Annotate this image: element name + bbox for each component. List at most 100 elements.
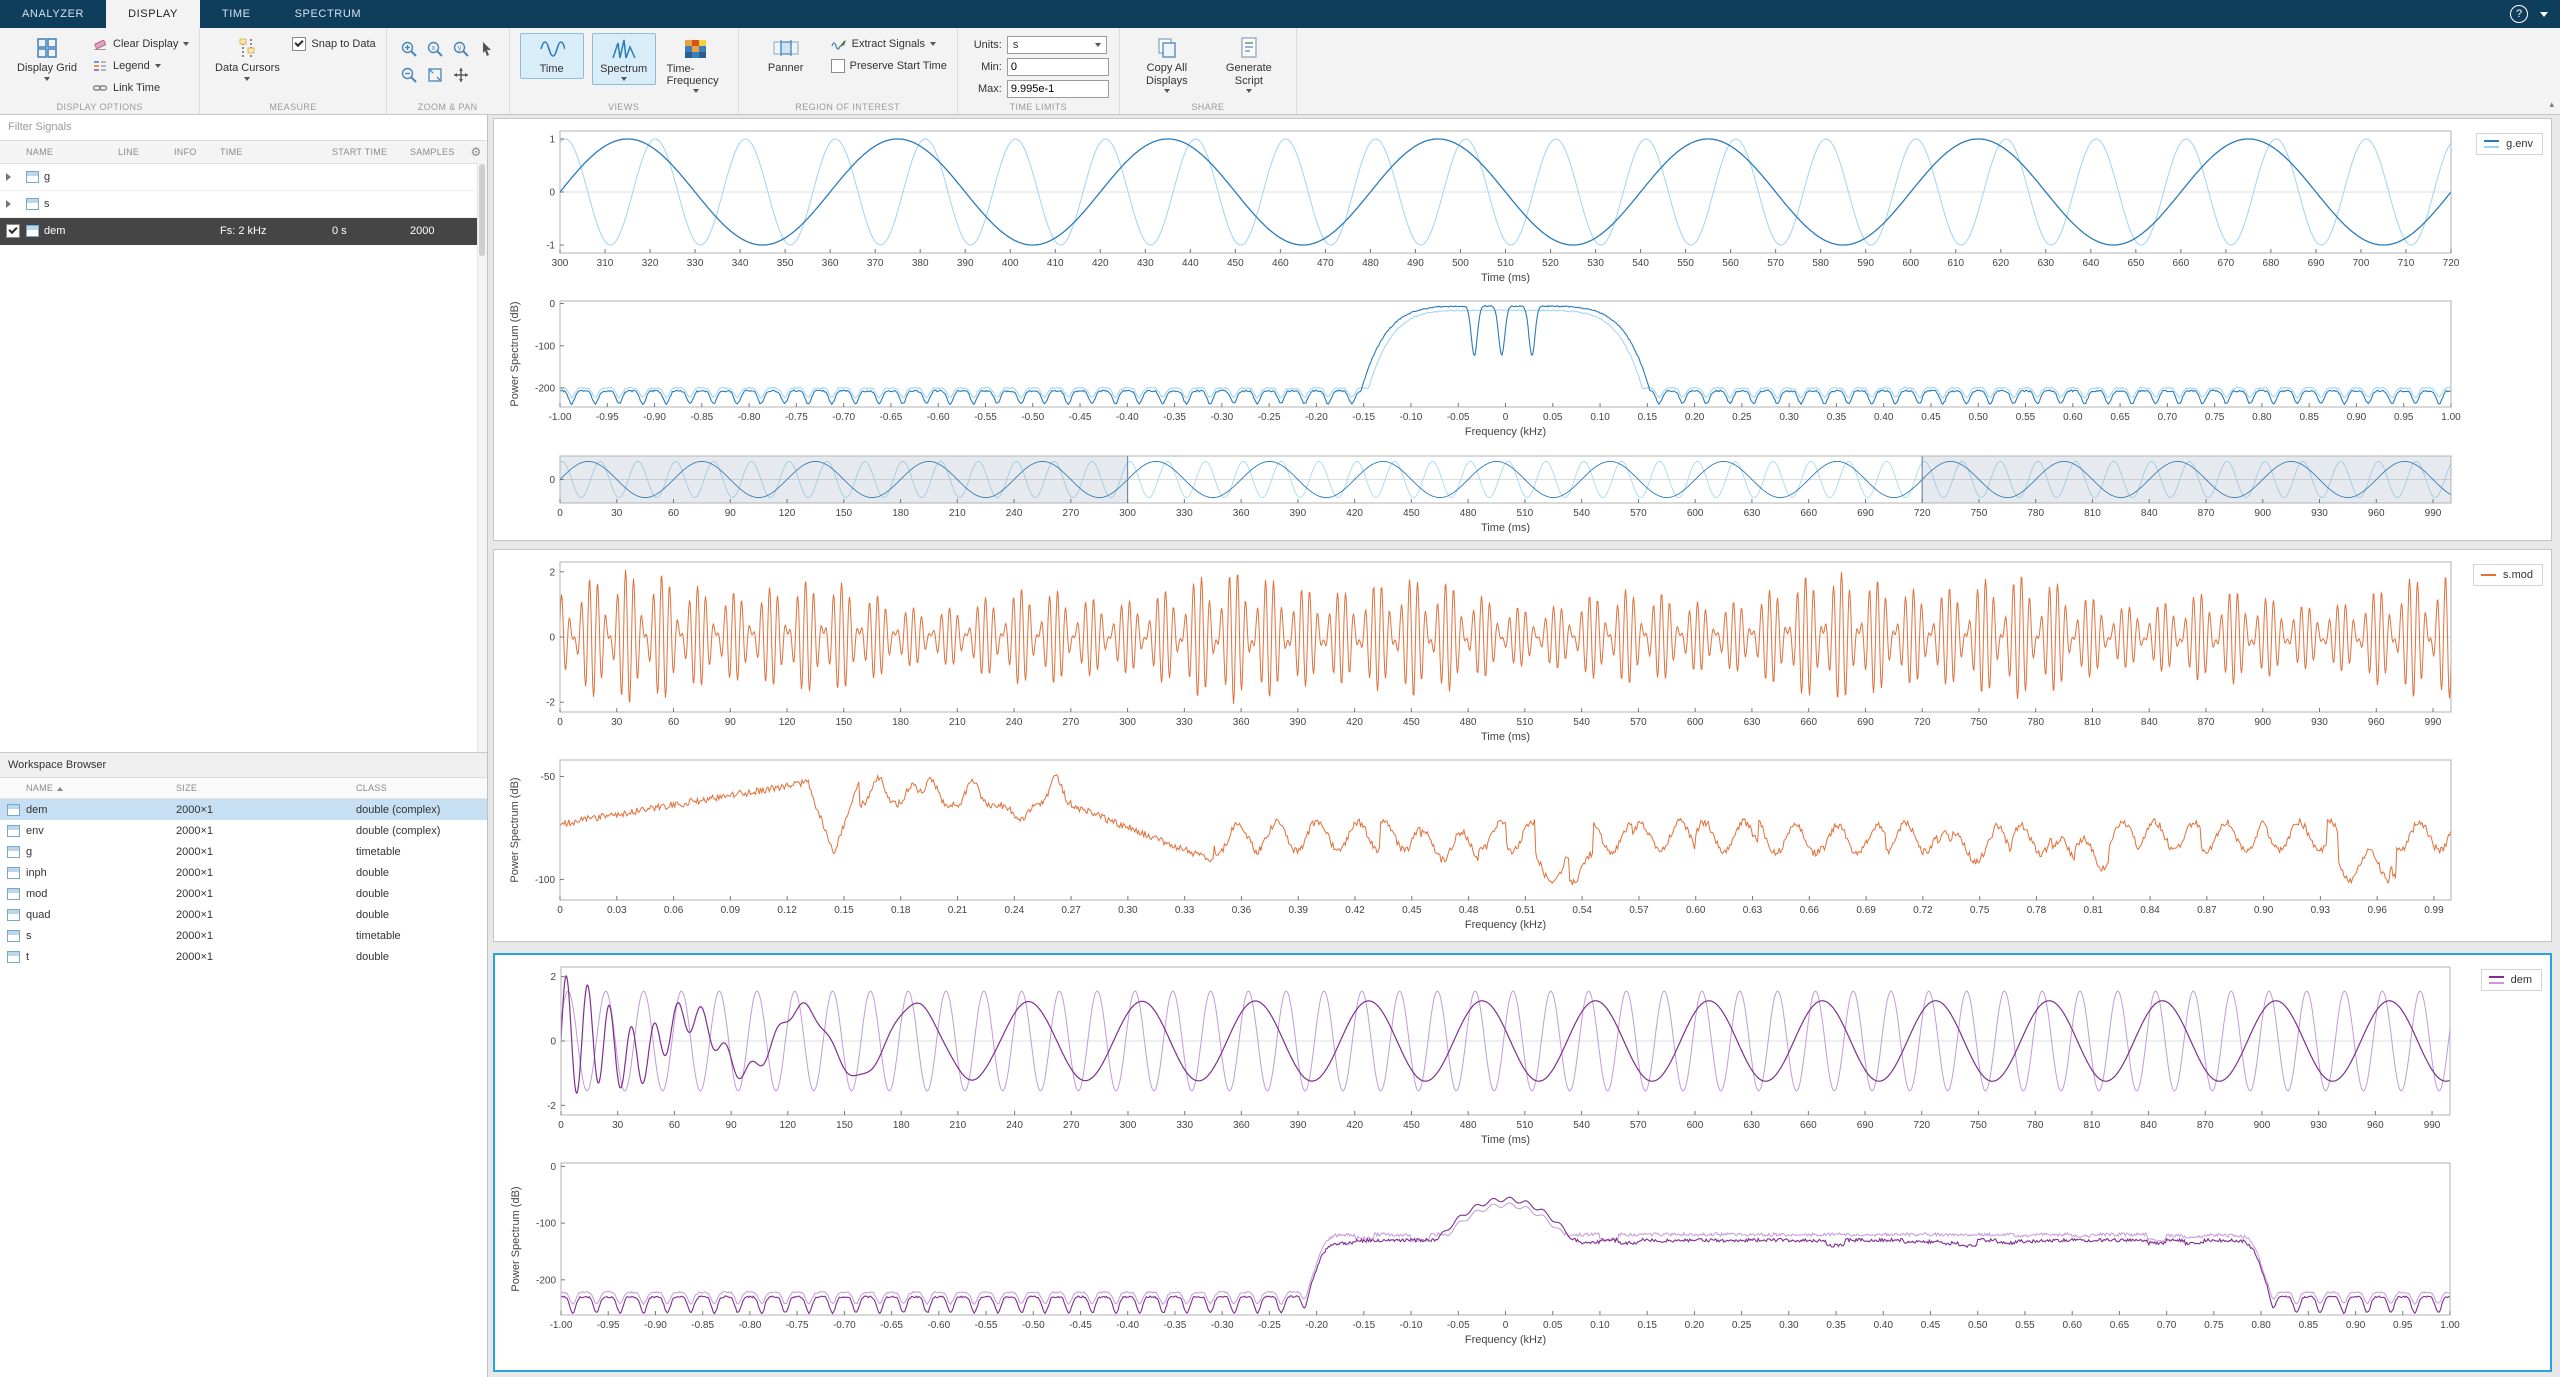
help-icon[interactable]: ? [2510, 5, 2528, 23]
tab-spectrum[interactable]: SPECTRUM [273, 0, 384, 28]
svg-text:0.75: 0.75 [1970, 905, 1990, 916]
ws-col-class[interactable]: CLASS [356, 783, 487, 793]
svg-text:570: 570 [1767, 258, 1784, 269]
data-cursors-label: Data Cursors [215, 62, 280, 75]
svg-text:0.72: 0.72 [1913, 905, 1933, 916]
display-2[interactable]: 0306090120150180210240270300330360390420… [493, 549, 2552, 942]
display1-legend[interactable]: g.env [2476, 133, 2543, 155]
col-info[interactable]: INFO [174, 147, 220, 157]
scrollbar-thumb[interactable] [479, 164, 485, 256]
svg-text:-0.55: -0.55 [974, 412, 997, 423]
workspace-row-mod[interactable]: mod2000×1double [0, 883, 487, 904]
filter-signals-input[interactable]: Filter Signals [0, 115, 487, 141]
svg-text:x: x [431, 45, 435, 52]
svg-text:-0.20: -0.20 [1305, 1320, 1328, 1331]
min-time-input[interactable] [1007, 58, 1109, 76]
svg-text:-0.60: -0.60 [927, 1320, 950, 1331]
snap-to-data-checkbox[interactable]: Snap to Data [292, 35, 375, 53]
display2-legend[interactable]: s.mod [2473, 564, 2543, 586]
collapse-ribbon-button[interactable]: ▴ [2549, 99, 2554, 110]
col-name[interactable]: NAME [26, 147, 118, 157]
fit-to-view-button[interactable] [423, 63, 447, 87]
fit-to-view-icon [426, 66, 444, 84]
workspace-row-env[interactable]: env2000×1double (complex) [0, 820, 487, 841]
pan-button[interactable] [449, 63, 473, 87]
display-1[interactable]: 3003103203303403503603703803904004104204… [493, 118, 2552, 541]
svg-text:510: 510 [1517, 508, 1534, 519]
signal-row-g[interactable]: g [0, 164, 487, 191]
display-grid-button[interactable]: Display Grid [10, 33, 84, 81]
view-time-frequency-button[interactable]: Time-Frequency [664, 33, 728, 97]
display3-legend[interactable]: dem [2481, 969, 2542, 991]
copy-all-displays-button[interactable]: Copy All Displays [1130, 33, 1204, 93]
snap-to-data-checkbox-box[interactable] [292, 37, 306, 51]
workspace-row-quad[interactable]: quad2000×1double [0, 904, 487, 925]
svg-text:1.00: 1.00 [2440, 1320, 2460, 1331]
variable-size: 2000×1 [176, 909, 356, 921]
signal-row-s[interactable]: s [0, 191, 487, 218]
display-3-selected[interactable]: 0306090120150180210240270300330360390420… [493, 953, 2552, 1372]
display1-panner[interactable]: 0306090120150180210240270300330360390420… [494, 451, 2551, 533]
svg-text:150: 150 [836, 1120, 853, 1131]
view-time-button[interactable]: Time [520, 33, 584, 79]
col-time[interactable]: TIME [220, 147, 332, 157]
zoom-x-button[interactable]: x [423, 37, 447, 61]
extract-signals-button[interactable]: Extract Signals [831, 35, 947, 53]
pointer-button[interactable] [475, 37, 499, 61]
signal-table-scrollbar[interactable] [477, 162, 487, 752]
zoom-y-button[interactable]: y [449, 37, 473, 61]
signal-row-dem[interactable]: demFs: 2 kHz0 s2000 [0, 218, 487, 245]
view-spectrum-button[interactable]: Spectrum [592, 33, 656, 85]
expander-icon[interactable] [6, 173, 11, 181]
data-cursors-button[interactable]: Data Cursors [210, 33, 284, 81]
expander-icon[interactable] [6, 200, 11, 208]
ws-col-size[interactable]: SIZE [176, 783, 356, 793]
display1-spectrum-plot[interactable]: -1.00-0.95-0.90-0.85-0.80-0.75-0.70-0.65… [494, 293, 2551, 445]
workspace-row-t[interactable]: t2000×1double [0, 946, 487, 967]
svg-text:390: 390 [1290, 508, 1307, 519]
svg-text:-0.20: -0.20 [1305, 412, 1328, 423]
tab-analyzer[interactable]: ANALYZER [0, 0, 106, 28]
units-select[interactable]: s [1007, 36, 1107, 54]
preserve-start-time-checkbox-box[interactable] [831, 59, 845, 73]
svg-text:420: 420 [1346, 1120, 1363, 1131]
table-settings-gear-icon[interactable]: ⚙ [465, 145, 487, 159]
svg-text:0.84: 0.84 [2140, 905, 2160, 916]
variable-class: timetable [356, 846, 487, 858]
legend-button[interactable]: Legend [92, 57, 189, 75]
col-start-time[interactable]: START TIME [332, 147, 410, 157]
signal-checkbox[interactable] [6, 224, 20, 238]
tab-display[interactable]: DISPLAY [106, 0, 200, 28]
col-line[interactable]: LINE [118, 147, 174, 157]
svg-text:650: 650 [2127, 258, 2144, 269]
display2-spectrum-plot[interactable]: 00.030.060.090.120.150.180.210.240.270.3… [494, 752, 2551, 938]
preserve-start-time-checkbox[interactable]: Preserve Start Time [831, 57, 947, 75]
svg-text:-0.80: -0.80 [738, 412, 761, 423]
display1-time-plot[interactable]: 3003103203303403503603703803904004104204… [494, 123, 2551, 291]
clear-display-button[interactable]: Clear Display [92, 35, 189, 53]
generate-script-button[interactable]: Generate Script [1212, 33, 1286, 93]
ws-col-name[interactable]: NAME [26, 783, 176, 793]
zoom-out-button[interactable] [397, 63, 421, 87]
zoom-in-button[interactable] [397, 37, 421, 61]
workspace-row-dem[interactable]: dem2000×1double (complex) [0, 799, 487, 820]
workspace-row-g[interactable]: g2000×1timetable [0, 841, 487, 862]
workspace-row-s[interactable]: s2000×1timetable [0, 925, 487, 946]
link-time-button[interactable]: Link Time [92, 79, 189, 97]
svg-text:Power Spectrum (dB): Power Spectrum (dB) [509, 777, 521, 882]
svg-text:-200: -200 [535, 383, 555, 394]
legend-icon [92, 58, 108, 74]
svg-text:580: 580 [1812, 258, 1829, 269]
col-samples[interactable]: SAMPLES [410, 147, 465, 157]
svg-text:630: 630 [1744, 508, 1761, 519]
display2-time-plot[interactable]: 0306090120150180210240270300330360390420… [494, 554, 2551, 750]
display3-spectrum-plot[interactable]: -1.00-0.95-0.90-0.85-0.80-0.75-0.70-0.65… [495, 1155, 2550, 1353]
tab-time[interactable]: TIME [200, 0, 273, 28]
panner-button[interactable]: Panner [749, 33, 823, 75]
display3-time-plot[interactable]: 0306090120150180210240270300330360390420… [495, 959, 2550, 1153]
workspace-row-inph[interactable]: inph2000×1double [0, 862, 487, 883]
svg-text:270: 270 [1062, 508, 1079, 519]
chevron-down-icon[interactable] [2540, 12, 2548, 17]
svg-text:990: 990 [2425, 508, 2442, 519]
max-time-input[interactable] [1007, 80, 1109, 98]
